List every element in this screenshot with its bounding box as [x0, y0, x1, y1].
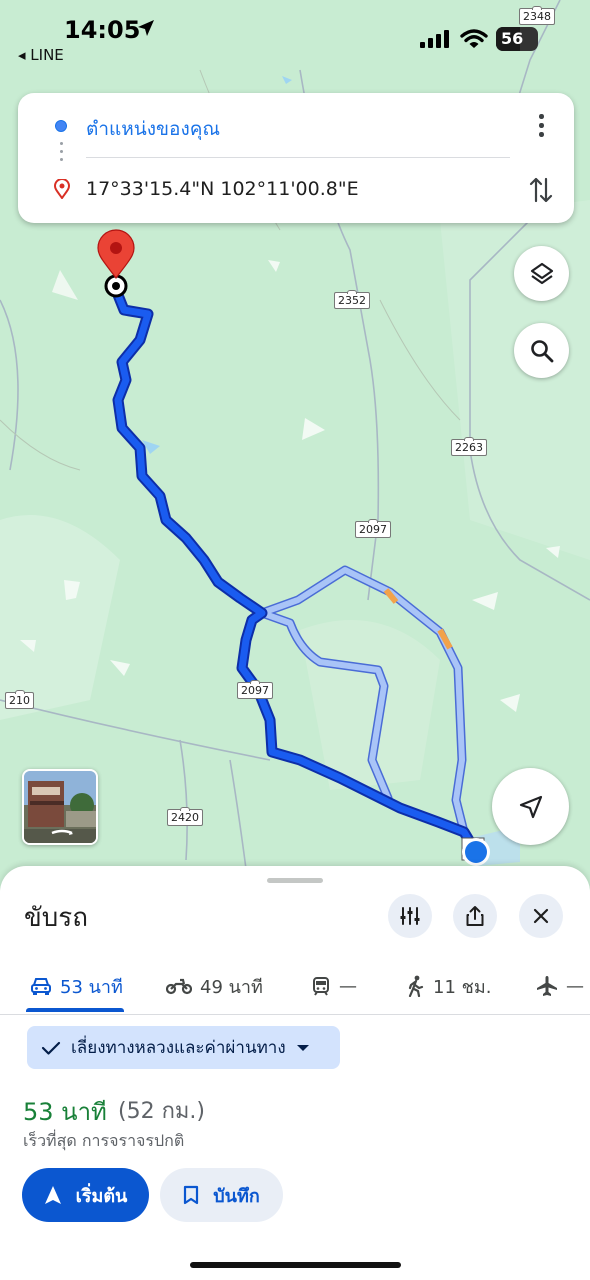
route-summary: เร็วที่สุด การจราจรปกติ — [23, 1131, 185, 1150]
search-button[interactable] — [514, 323, 569, 378]
location-arrow-icon — [138, 20, 154, 36]
close-icon — [533, 908, 549, 924]
destination-field[interactable]: 17°33'15.4"N 102°11'00.8"E — [86, 178, 359, 200]
tab-flight[interactable]: — — [536, 962, 584, 1010]
layers-button[interactable] — [514, 246, 569, 301]
divider — [86, 157, 510, 158]
walk-icon — [408, 975, 424, 997]
street-view-thumbnail[interactable] — [22, 769, 98, 845]
tab-walking-time: 11 ชม. — [433, 976, 492, 998]
map-view[interactable]: 2348 2352 2263 2097 2097 210 2420 14:05 … — [0, 0, 590, 900]
wifi-icon — [460, 29, 488, 48]
recenter-button[interactable] — [492, 768, 569, 845]
save-route-button[interactable]: บันทึก — [160, 1168, 283, 1222]
tab-walking[interactable]: 11 ชม. — [407, 962, 491, 1010]
transit-icon — [313, 977, 329, 996]
travel-mode-tabs: 53 นาที 49 นาที — 11 ชม. — — [0, 962, 590, 1014]
route-dots — [60, 158, 63, 161]
road-shield: 2352 — [334, 292, 370, 309]
road-shield: 210 — [5, 692, 34, 709]
avoid-chip-label: เลี่ยงทางหลวงและค่าผ่านทาง — [71, 1038, 286, 1058]
back-to-app-link[interactable]: ◂ LINE — [18, 46, 64, 64]
battery-level: 56 — [501, 29, 524, 48]
tab-transit[interactable]: — — [311, 962, 357, 1010]
share-icon — [466, 906, 484, 926]
more-options-button[interactable] — [528, 111, 554, 141]
layers-icon — [530, 262, 553, 284]
street-view-image — [24, 771, 96, 843]
close-button[interactable] — [519, 894, 563, 938]
start-navigation-button[interactable]: เริ่มต้น — [22, 1168, 149, 1222]
sheet-handle[interactable] — [267, 878, 323, 883]
check-icon — [41, 1041, 61, 1055]
destination-pin-icon — [97, 229, 135, 298]
tab-transit-time: — — [339, 975, 357, 997]
route-duration: 53 นาที — [23, 1098, 107, 1126]
status-time: 14:05 — [64, 16, 141, 44]
route-options-button[interactable] — [388, 894, 432, 938]
start-button-label: เริ่มต้น — [75, 1185, 128, 1207]
home-indicator[interactable] — [190, 1262, 401, 1268]
tab-motorcycle[interactable]: 49 นาที — [166, 962, 263, 1010]
directions-sheet: ขับรถ 53 นาที 49 นาที — 11 ชม. — เลี่ยงท… — [0, 866, 590, 1280]
navigation-arrow-icon — [519, 795, 542, 818]
road-shield: 2097 — [355, 521, 391, 538]
flight-icon — [537, 976, 557, 996]
cellular-signal-icon — [420, 30, 449, 48]
route-dots — [60, 150, 63, 153]
tab-motorcycle-time: 49 นาที — [200, 976, 263, 998]
road-shield: 2263 — [451, 439, 487, 456]
motorcycle-icon — [166, 978, 192, 995]
share-button[interactable] — [453, 894, 497, 938]
bookmark-icon — [184, 1185, 199, 1205]
tab-driving-time: 53 นาที — [60, 976, 123, 998]
sheet-title: ขับรถ — [24, 903, 88, 933]
dropdown-arrow-icon — [296, 1044, 309, 1051]
navigation-icon — [44, 1186, 61, 1204]
tab-flight-time: — — [566, 975, 584, 997]
tab-driving[interactable]: 53 นาที — [30, 962, 123, 1010]
route-dots — [60, 142, 63, 145]
swap-icon[interactable] — [528, 175, 554, 205]
road-shield: 2420 — [167, 809, 203, 826]
origin-field[interactable]: ตำแหน่งของคุณ — [86, 114, 220, 144]
origin-dot-icon — [55, 120, 67, 132]
search-icon — [530, 339, 553, 362]
active-tab-indicator — [26, 1008, 124, 1012]
status-bar: 14:05 ◂ LINE 56 — [0, 0, 590, 70]
tune-icon — [400, 907, 420, 925]
road-shield: 2097 — [237, 682, 273, 699]
destination-pin-icon — [54, 179, 70, 199]
avoid-highways-chip[interactable]: เลี่ยงทางหลวงและค่าผ่านทาง — [27, 1026, 340, 1069]
route-card: ตำแหน่งของคุณ 17°33'15.4"N 102°11'00.8"E — [18, 93, 574, 223]
divider — [0, 1014, 590, 1015]
car-icon — [31, 978, 51, 995]
save-button-label: บันทึก — [213, 1185, 260, 1207]
route-distance: (52 กม.) — [118, 1099, 205, 1124]
battery-icon: 56 — [496, 27, 538, 51]
